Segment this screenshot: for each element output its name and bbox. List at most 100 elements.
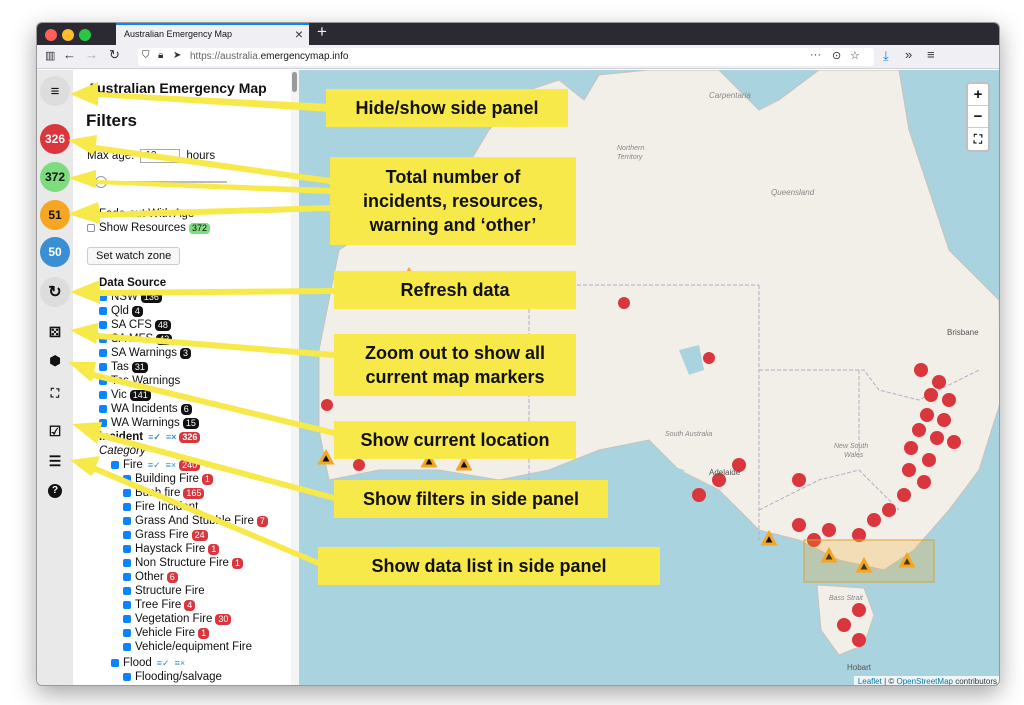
forward-arrow-icon[interactable]: → xyxy=(85,47,98,62)
fire-item[interactable]: Fire Incident xyxy=(123,500,198,514)
fire-item-checkbox[interactable] xyxy=(123,489,131,497)
source-checkbox[interactable] xyxy=(99,419,107,427)
source-sa-cfs[interactable]: SA CFS 48 xyxy=(99,318,171,332)
fire-item-checkbox[interactable] xyxy=(123,517,131,525)
source-checkbox[interactable] xyxy=(99,377,107,385)
fire-item[interactable]: Bush fire 165 xyxy=(123,486,205,500)
tab-close-icon[interactable]: × xyxy=(295,26,303,42)
fire-item-checkbox[interactable] xyxy=(123,573,131,581)
lock-icon[interactable]: 🔒︎ xyxy=(158,50,163,61)
show-resources-option[interactable]: Show Resources 372 xyxy=(87,221,210,235)
max-age-slider[interactable] xyxy=(87,176,227,188)
bookmark-star-icon[interactable]: ☆ xyxy=(850,49,860,62)
fire-item-checkbox[interactable] xyxy=(123,475,131,483)
warnings-count-button[interactable]: 51 xyxy=(40,200,70,230)
fire-item[interactable]: Vehicle/equipment Fire xyxy=(123,640,252,654)
clear-all-icon[interactable]: ≡× xyxy=(175,658,186,668)
fire-item[interactable]: Tree Fire 4 xyxy=(123,598,196,612)
fullscreen-button[interactable]: ⛶ xyxy=(968,128,988,150)
select-all-icon[interactable]: ≡✓ xyxy=(148,460,161,471)
fire-item-checkbox[interactable] xyxy=(123,545,131,553)
fire-item[interactable]: Grass Fire 24 xyxy=(123,528,208,542)
source-wa-warnings[interactable]: WA Warnings 15 xyxy=(99,416,199,430)
current-location-icon[interactable]: ⬢ xyxy=(40,346,70,376)
close-window-button[interactable] xyxy=(45,29,57,41)
fullscreen-icon[interactable]: ⛶ xyxy=(40,378,70,408)
overflow-menu-icon[interactable]: » xyxy=(905,47,912,62)
slider-thumb[interactable] xyxy=(95,176,107,188)
zoom-to-markers-icon[interactable]: ⚄ xyxy=(40,317,70,347)
resources-checkbox[interactable] xyxy=(87,224,95,232)
flood-filter-row[interactable]: Flood ≡✓ ≡× xyxy=(111,656,185,670)
leaflet-link[interactable]: Leaflet xyxy=(858,677,882,685)
clear-all-icon[interactable]: ≡× xyxy=(166,460,177,470)
help-icon[interactable]: ? xyxy=(40,476,70,506)
downloads-icon[interactable]: ⤓ xyxy=(883,48,889,64)
data-list-icon[interactable]: ☰ xyxy=(40,446,70,476)
fire-item-checkbox[interactable] xyxy=(123,531,131,539)
side-panel-scrollbar[interactable] xyxy=(291,70,299,685)
fire-item[interactable]: Grass And Stubble Fire 7 xyxy=(123,514,268,528)
pocket-icon[interactable]: ⊙ xyxy=(832,49,841,62)
source-checkbox[interactable] xyxy=(99,349,107,357)
filters-checkbox-icon[interactable]: ☑ xyxy=(40,416,70,446)
tab-australian-emergency-map[interactable]: Australian Emergency Map × xyxy=(116,23,309,45)
clear-all-icon[interactable]: ≡× xyxy=(166,432,177,442)
refresh-icon[interactable]: ↻ xyxy=(40,277,70,307)
fire-item-checkbox[interactable] xyxy=(123,615,131,623)
flood-item[interactable]: Flooding/salvage xyxy=(123,670,222,684)
page-actions-icon[interactable]: ··· xyxy=(810,49,821,61)
source-sa-mfs[interactable]: SA MFS 43 xyxy=(99,332,173,346)
fire-item-checkbox[interactable] xyxy=(123,503,131,511)
fade-out-option[interactable]: Fade-out With Age xyxy=(87,207,194,221)
fire-item[interactable]: Other 6 xyxy=(123,570,178,584)
fire-item[interactable]: Building Fire 1 xyxy=(123,472,213,486)
zoom-out-button[interactable]: − xyxy=(968,106,988,128)
fire-item-checkbox[interactable] xyxy=(123,643,131,651)
new-tab-button[interactable]: + xyxy=(317,23,327,42)
reload-icon[interactable]: ↻ xyxy=(109,47,120,63)
fire-filter-row[interactable]: Fire ≡✓ ≡× 240 xyxy=(111,458,201,472)
minimize-window-button[interactable] xyxy=(62,29,74,41)
source-wa-incidents[interactable]: WA Incidents 6 xyxy=(99,402,192,416)
fire-item-checkbox[interactable] xyxy=(123,587,131,595)
openstreetmap-link[interactable]: OpenStreetMap xyxy=(896,677,952,685)
set-watch-zone-button[interactable]: Set watch zone xyxy=(87,247,181,265)
source-qld[interactable]: Qld 4 xyxy=(99,304,143,318)
fade-checkbox[interactable] xyxy=(87,210,95,218)
source-sa-warnings[interactable]: SA Warnings 3 xyxy=(99,346,192,360)
source-vic[interactable]: Vic 141 xyxy=(99,388,151,402)
zoom-in-button[interactable]: + xyxy=(968,84,988,106)
fire-item-checkbox[interactable] xyxy=(123,629,131,637)
other-count-button[interactable]: 50 xyxy=(40,237,70,267)
flood-item-checkbox[interactable] xyxy=(123,673,131,681)
fire-item[interactable]: Non Structure Fire 1 xyxy=(123,556,243,570)
fire-item-checkbox[interactable] xyxy=(123,559,131,567)
incident-filter-row[interactable]: Incident ≡✓ ≡× 326 xyxy=(99,430,201,444)
maximize-window-button[interactable] xyxy=(79,29,91,41)
url-text[interactable]: https://australia.emergencymap.info xyxy=(190,51,348,62)
source-checkbox[interactable] xyxy=(99,321,107,329)
source-nsw[interactable]: NSW 136 xyxy=(99,290,162,304)
fire-item[interactable]: Haystack Fire 1 xyxy=(123,542,220,556)
max-age-input[interactable]: 12 xyxy=(140,149,181,163)
hamburger-menu-icon[interactable]: ≡ xyxy=(927,47,935,62)
fire-item[interactable]: Vegetation Fire 30 xyxy=(123,612,232,626)
fire-item[interactable]: Structure Fire xyxy=(123,584,205,598)
source-tas-warnings[interactable]: Tas Warnings xyxy=(99,374,180,388)
source-checkbox[interactable] xyxy=(99,335,107,343)
source-checkbox[interactable] xyxy=(99,293,107,301)
incidents-count-button[interactable]: 326 xyxy=(40,124,70,154)
select-all-icon[interactable]: ≡✓ xyxy=(148,432,161,443)
fire-checkbox[interactable] xyxy=(111,461,119,469)
sidebar-toggle-icon[interactable]: ▥ xyxy=(45,49,55,62)
resources-count-button[interactable]: 372 xyxy=(40,162,70,192)
scrollbar-thumb[interactable] xyxy=(292,72,297,92)
source-checkbox[interactable] xyxy=(99,307,107,315)
address-bar[interactable]: ⛉ 🔒︎ ➤ https://australia.emergencymap.in… xyxy=(138,48,874,66)
hide-show-panel-icon[interactable]: ≡ xyxy=(40,76,70,106)
fire-item[interactable]: Vehicle Fire 1 xyxy=(123,626,210,640)
select-all-icon[interactable]: ≡✓ xyxy=(157,658,170,669)
fire-item-checkbox[interactable] xyxy=(123,601,131,609)
source-checkbox[interactable] xyxy=(99,391,107,399)
